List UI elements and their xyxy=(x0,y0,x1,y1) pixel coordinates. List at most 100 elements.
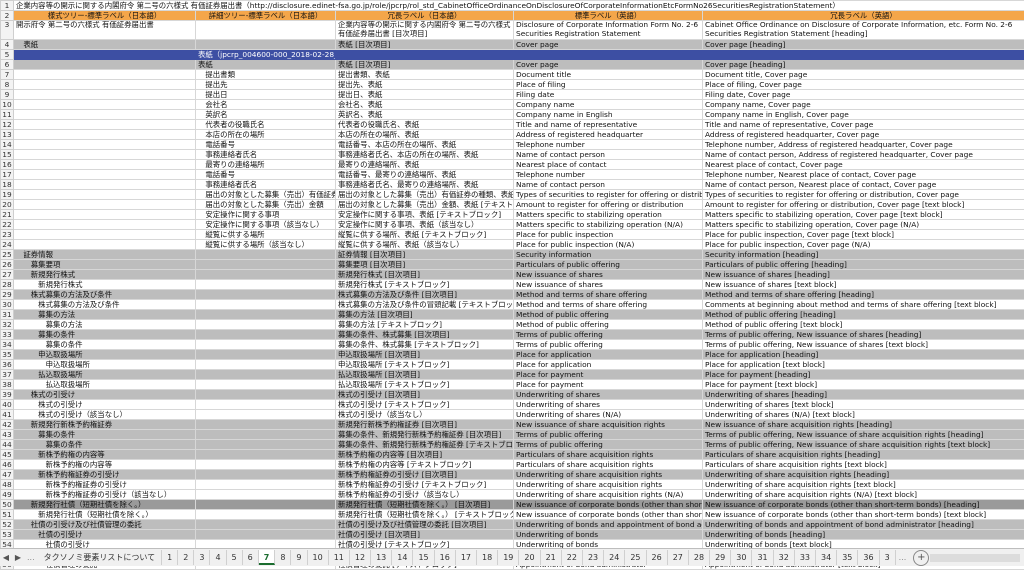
cell[interactable]: 株式の引受け [テキストブロック] xyxy=(336,400,514,410)
cell[interactable] xyxy=(14,210,196,220)
cell[interactable]: 表紙 xyxy=(196,60,336,70)
cell[interactable]: 届出の対象とした募集（売出）有価証券の種類、表紙 xyxy=(336,190,514,200)
cell[interactable]: 株式募集の方法及び条件の冒頭記載 [テキストブロック] xyxy=(336,300,514,310)
cell[interactable]: 電話番号、本店の所在の場所、表紙 xyxy=(336,140,514,150)
cell[interactable]: Underwriting of share acquisition rights… xyxy=(703,470,1024,480)
cell[interactable]: 事務連絡者氏名 xyxy=(196,180,336,190)
cell[interactable] xyxy=(196,250,336,260)
cell[interactable] xyxy=(14,50,196,60)
cell[interactable]: 新規発行株式 xyxy=(14,280,196,290)
row-number[interactable]: 15 xyxy=(1,150,14,160)
cell[interactable] xyxy=(14,230,196,240)
sheet-tab[interactable]: 26 xyxy=(647,550,668,565)
cell[interactable] xyxy=(196,380,336,390)
cell[interactable] xyxy=(196,350,336,360)
cell[interactable] xyxy=(196,480,336,490)
sheet-tab[interactable]: 10 xyxy=(308,550,329,565)
horizontal-scrollbar[interactable] xyxy=(930,554,1020,562)
cell[interactable]: 株式の引受け [目次項目] xyxy=(336,390,514,400)
cell[interactable]: Name of contact person, Address of regis… xyxy=(703,150,1024,160)
row-number[interactable]: 11 xyxy=(1,110,14,120)
row-number[interactable]: 28 xyxy=(1,280,14,290)
cell[interactable]: Terms of public offering, New issuance o… xyxy=(703,430,1024,440)
cell[interactable]: Underwriting of shares [heading] xyxy=(703,390,1024,400)
cell[interactable] xyxy=(14,130,196,140)
sheet-tab[interactable]: 15 xyxy=(413,550,434,565)
cell[interactable]: 募集の条件、新規発行新株予約権証券 [目次項目] xyxy=(336,430,514,440)
cell[interactable]: 英訳名、表紙 xyxy=(336,110,514,120)
cell[interactable]: 申込取扱場所 [目次項目] xyxy=(336,350,514,360)
cell[interactable]: Cover page xyxy=(514,40,703,50)
cell[interactable] xyxy=(196,520,336,530)
row-number[interactable]: 19 xyxy=(1,190,14,200)
cell[interactable] xyxy=(514,50,703,60)
cell[interactable]: 電話番号、最寄りの連絡場所、表紙 xyxy=(336,170,514,180)
cell[interactable]: Underwriting of bonds [heading] xyxy=(703,530,1024,540)
cell[interactable]: Title and name of representative xyxy=(514,120,703,130)
row-number[interactable]: 8 xyxy=(1,80,14,90)
sheet-tab[interactable]: 24 xyxy=(604,550,625,565)
cell[interactable] xyxy=(196,40,336,50)
cell[interactable]: 新株予約権証券の引受け xyxy=(14,480,196,490)
cell[interactable] xyxy=(196,340,336,350)
cell[interactable]: Telephone number xyxy=(514,170,703,180)
cell[interactable]: 届出の対象とした募集（売出）金額、表紙 [テキストブロック] xyxy=(336,200,514,210)
next-sheet-icon[interactable]: ▶ xyxy=(12,553,24,562)
sheet-tab[interactable]: 1 xyxy=(162,550,178,565)
cell[interactable]: 新株予約権の内容等 xyxy=(14,460,196,470)
cell[interactable] xyxy=(14,120,196,130)
cell[interactable]: 会社名 xyxy=(196,100,336,110)
cell[interactable]: Particulars of public offering xyxy=(514,260,703,270)
row-number[interactable]: 45 xyxy=(1,450,14,460)
row-number[interactable]: 38 xyxy=(1,380,14,390)
cell[interactable]: Method and terms of share offering [head… xyxy=(703,290,1024,300)
cell[interactable] xyxy=(14,70,196,80)
row-number[interactable]: 33 xyxy=(1,330,14,340)
cell[interactable]: Filing date, Cover page xyxy=(703,90,1024,100)
cell[interactable]: 提出日、表紙 xyxy=(336,90,514,100)
cell[interactable]: New issuance of share acquisition rights… xyxy=(703,420,1024,430)
cell[interactable] xyxy=(14,60,196,70)
cell[interactable]: 届出の対象とした募集（売出）金額 xyxy=(196,200,336,210)
cell[interactable] xyxy=(196,360,336,370)
cell[interactable]: 社債の引受け [目次項目] xyxy=(336,530,514,540)
cell[interactable]: Terms of public offering, New issuance o… xyxy=(703,340,1024,350)
cell[interactable]: Nearest place of contact, Cover page xyxy=(703,160,1024,170)
cell[interactable]: 最寄りの連絡場所 xyxy=(196,160,336,170)
cell[interactable]: 募集の方法 xyxy=(14,320,196,330)
add-sheet-icon[interactable]: + xyxy=(913,550,929,566)
row-number[interactable]: 50 xyxy=(1,500,14,510)
cell[interactable]: 新規発行新株予約権証券 xyxy=(14,420,196,430)
sheet-tab[interactable]: 9 xyxy=(291,550,307,565)
cell[interactable]: Underwriting of share acquisition rights… xyxy=(514,490,703,500)
cell[interactable] xyxy=(196,370,336,380)
row-number[interactable]: 42 xyxy=(1,420,14,430)
row-number[interactable]: 53 xyxy=(1,530,14,540)
cell[interactable]: 縦覧に供する場所（該当なし） xyxy=(196,240,336,250)
row-number[interactable]: 49 xyxy=(1,490,14,500)
cell[interactable]: Address of registered headquarter, Cover… xyxy=(703,130,1024,140)
cell[interactable]: New issuance of corporate bonds (other t… xyxy=(703,510,1024,520)
row-number[interactable]: 1 xyxy=(1,1,14,11)
cell[interactable]: Name of contact person xyxy=(514,150,703,160)
sheet-tab[interactable]: 29 xyxy=(710,550,731,565)
sheet-tab[interactable]: 32 xyxy=(774,550,795,565)
cell[interactable] xyxy=(196,530,336,540)
cell[interactable]: 株式募集の方法及び条件 xyxy=(14,300,196,310)
sheet-tab[interactable]: 18 xyxy=(477,550,498,565)
tab-ellipsis-left[interactable]: ... xyxy=(24,553,38,562)
cell[interactable]: Place for public inspection, Cover page … xyxy=(703,230,1024,240)
cell[interactable]: 表紙 xyxy=(14,40,196,50)
cell[interactable]: 新株予約権証券の引受け [目次項目] xyxy=(336,470,514,480)
cell[interactable]: Types of securities to register for offe… xyxy=(703,190,1024,200)
cell[interactable]: Underwriting of shares (N/A) [text block… xyxy=(703,410,1024,420)
cell[interactable] xyxy=(196,450,336,460)
sheet-tab[interactable]: 34 xyxy=(816,550,837,565)
sheet-tab[interactable]: 12 xyxy=(350,550,371,565)
row-number[interactable]: 29 xyxy=(1,290,14,300)
cell[interactable]: 払込取扱場所 xyxy=(14,370,196,380)
cell[interactable]: Name of contact person, Nearest place of… xyxy=(703,180,1024,190)
cell[interactable]: 企業内容等の開示に関する内閣府令 第二号の六様式 有価証券届出書（http://… xyxy=(14,1,1024,11)
cell[interactable]: 冗長ラベル（英語） xyxy=(703,11,1024,21)
cell[interactable]: Place for payment xyxy=(514,370,703,380)
